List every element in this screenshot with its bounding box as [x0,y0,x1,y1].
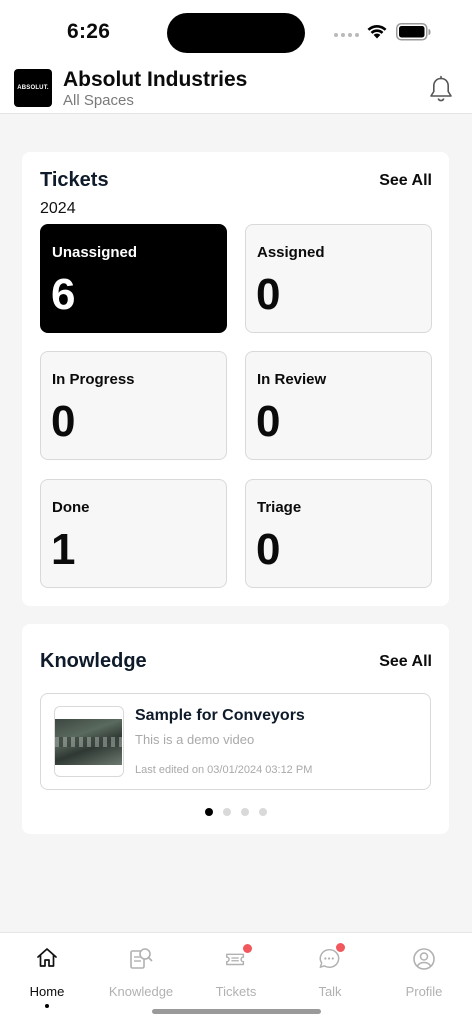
ticket-tile-unassigned[interactable]: Unassigned 6 [40,224,227,333]
nav-label: Knowledge [108,984,174,999]
knowledge-item-description: This is a demo video [135,732,255,747]
knowledge-item-edited: Last edited on 03/01/2024 03:12 PM [135,764,313,776]
notification-badge [243,944,252,953]
knowledge-item-title: Sample for Conveyors [135,707,305,724]
tickets-title: Tickets [40,169,109,191]
space-selector[interactable]: All Spaces [63,92,134,109]
cellular-signal-icon [334,33,359,37]
notification-badge [336,943,345,952]
pager-dot-active[interactable] [204,808,213,816]
pager-dot[interactable] [240,808,249,816]
knowledge-see-all-link[interactable]: See All [379,653,432,671]
ticket-tile-count: 0 [256,525,281,574]
pager-dot[interactable] [258,808,267,816]
knowledge-title: Knowledge [40,650,147,672]
bell-icon[interactable] [427,75,455,103]
nav-label: Talk [318,984,342,999]
pager-dot[interactable] [222,808,231,816]
ticket-tile-in-progress[interactable]: In Progress 0 [40,351,227,460]
ticket-tile-count: 1 [51,525,76,574]
nav-knowledge[interactable]: Knowledge [94,943,188,1005]
ticket-tile-label: In Progress [52,371,135,388]
video-thumbnail [54,706,124,777]
tickets-see-all-link[interactable]: See All [379,172,432,190]
battery-icon [396,23,431,41]
ticket-tile-label: Unassigned [52,244,138,261]
nav-profile[interactable]: Profile [377,943,471,1005]
knowledge-item[interactable]: Sample for Conveyors This is a demo vide… [40,693,431,790]
nav-talk[interactable]: Talk [283,943,377,1005]
ticket-tile-count: 0 [256,270,281,319]
home-icon [37,948,57,967]
ticket-tile-count: 6 [51,270,76,319]
ticket-tile-triage[interactable]: Triage 0 [245,479,432,588]
org-logo: ABSOLUT. [14,69,52,107]
nav-home[interactable]: Home [0,943,94,1008]
ticket-tile-in-review[interactable]: In Review 0 [245,351,432,460]
wifi-icon [367,24,387,39]
ticket-tile-count: 0 [51,397,76,446]
ticket-tile-label: Triage [257,499,302,516]
carousel-pager [22,808,449,816]
ticket-tile-assigned[interactable]: Assigned 0 [245,224,432,333]
ticket-tile-done[interactable]: Done 1 [40,479,227,588]
ticket-tile-label: Assigned [257,244,325,261]
nav-tickets[interactable]: Tickets [189,943,283,1005]
profile-icon [413,948,435,970]
knowledge-icon [130,948,153,969]
home-indicator[interactable] [152,1009,321,1014]
active-indicator [45,1004,49,1008]
ticket-tile-label: Done [52,499,90,516]
ticket-tile-label: In Review [257,371,327,388]
org-name[interactable]: Absolut Industries [63,68,247,92]
knowledge-card: Knowledge See All Sample for Conveyors T… [22,624,449,834]
status-time: 6:26 [67,20,111,43]
ticket-tile-count: 0 [256,397,281,446]
nav-label: Tickets [215,984,257,999]
tickets-card: Tickets See All 2024 Unassigned 6 Assign… [22,152,449,606]
nav-label: Profile [405,984,443,999]
tickets-year-selector[interactable]: 2024 [40,200,76,218]
app-header: ABSOLUT. Absolut Industries All Spaces [0,64,472,114]
nav-label: Home [29,984,65,999]
dynamic-island [167,13,305,53]
status-bar: 6:26 [0,0,472,64]
